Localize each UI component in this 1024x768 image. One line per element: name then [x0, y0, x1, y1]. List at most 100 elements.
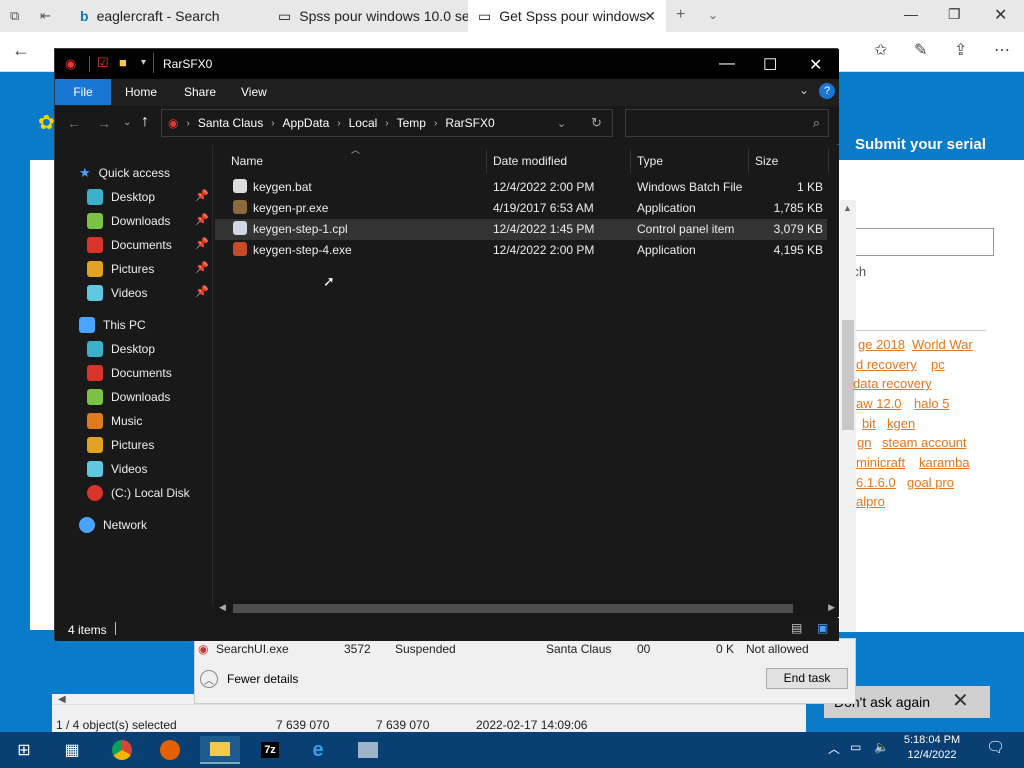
close-banner-icon[interactable]: ✕	[952, 688, 969, 713]
tab-spss-serial[interactable]: ▭ Spss pour windows 10.0 ser	[268, 0, 468, 32]
more-icon[interactable]: ⋯	[994, 40, 1010, 60]
edge-icon[interactable]: e	[298, 736, 338, 764]
search-input[interactable]: ⌕	[625, 109, 829, 137]
nav-pc-desktop[interactable]: Desktop	[55, 337, 213, 361]
close-tab-icon[interactable]: ✕	[644, 8, 656, 25]
column-header-name[interactable]: Name	[223, 149, 487, 173]
scroll-up-icon[interactable]: ▲	[843, 203, 852, 213]
nav-quick-access[interactable]: ★ Quick access	[55, 161, 213, 185]
file-row[interactable]: keygen.bat 12/4/2022 2:00 PM Windows Bat…	[215, 177, 827, 198]
nav-pc-music[interactable]: Music	[55, 409, 213, 433]
large-icons-view-icon[interactable]: ▣	[817, 621, 828, 635]
file-row[interactable]: keygen-pr.exe 4/19/2017 6:53 AM Applicat…	[215, 198, 827, 219]
ribbon-tab-view[interactable]: View	[241, 85, 267, 99]
horizontal-scrollbar[interactable]: ◀ ▶	[215, 599, 839, 617]
help-icon[interactable]: ?	[819, 83, 835, 99]
properties-icon[interactable]: ☑	[97, 55, 109, 71]
nav-pc-local-disk[interactable]: (C:) Local Disk	[55, 481, 213, 505]
notifications-icon[interactable]: 🗨	[986, 738, 1005, 756]
network-status-icon[interactable]: ▭	[850, 740, 861, 754]
scroll-right-icon[interactable]: ▶	[828, 602, 835, 613]
start-windows-icon[interactable]: ⊞	[4, 736, 44, 764]
fewer-details-button[interactable]: ︿ Fewer details	[200, 670, 298, 688]
address-dropdown-chevron-icon[interactable]: ⌄	[557, 117, 566, 130]
tag-link[interactable]: 6.1.6.0	[856, 475, 896, 490]
nav-qa-videos[interactable]: Videos 📌	[55, 281, 213, 305]
tab-eaglercraft[interactable]: b eaglercraft - Search	[70, 0, 266, 32]
address-bar[interactable]: ◉ › Santa Claus › AppData › Local › Temp…	[161, 109, 613, 137]
app-window-icon[interactable]	[348, 736, 388, 764]
nav-this-pc[interactable]: This PC	[55, 313, 213, 337]
breadcrumb-item[interactable]: RarSFX0	[445, 116, 494, 130]
tag-link[interactable]: halo 5	[914, 396, 949, 411]
taskbar-clock[interactable]: 5:18:04 PM 12/4/2022	[896, 733, 968, 763]
nav-pc-documents[interactable]: Documents	[55, 361, 213, 385]
show-hidden-icons-chevron-icon[interactable]: ︿	[828, 740, 840, 757]
file-explorer-icon[interactable]	[200, 736, 240, 764]
details-view-icon[interactable]: ▤	[791, 621, 802, 635]
nav-pc-videos[interactable]: Videos	[55, 457, 213, 481]
expand-ribbon-chevron-icon[interactable]: ⌄	[799, 83, 809, 97]
site-search-input[interactable]	[846, 228, 994, 256]
quick-access-toolbar-dropdown-icon[interactable]: ▾	[141, 57, 146, 68]
nav-network[interactable]: Network	[55, 513, 213, 537]
tag-link[interactable]: pc	[931, 357, 945, 372]
maximize-icon[interactable]: ☐	[763, 55, 777, 75]
file-row[interactable]: keygen-step-4.exe 12/4/2022 2:00 PM Appl…	[215, 240, 827, 261]
nav-pc-pictures[interactable]: Pictures	[55, 433, 213, 457]
tag-link[interactable]: d recovery	[856, 357, 917, 372]
close-window-icon[interactable]: ✕	[994, 5, 1007, 25]
submit-serial-link[interactable]: Submit your serial	[855, 136, 986, 153]
new-folder-icon[interactable]: ■	[119, 55, 127, 70]
back-icon[interactable]: ←	[12, 40, 30, 61]
refresh-icon[interactable]: ↻	[591, 115, 602, 131]
close-window-icon[interactable]: ✕	[809, 55, 822, 75]
tag-link[interactable]: alpro	[856, 494, 885, 509]
breadcrumb-item[interactable]: Local	[349, 116, 378, 130]
tag-link[interactable]: ge 2018	[858, 337, 905, 352]
nav-qa-desktop[interactable]: Desktop 📌	[55, 185, 213, 209]
minimize-icon[interactable]: —	[904, 6, 918, 22]
restore-icon[interactable]: ❐	[948, 6, 961, 23]
file-row[interactable]: keygen-step-1.cpl 12/4/2022 1:45 PM Cont…	[215, 219, 827, 240]
column-header-date[interactable]: Date modified	[485, 149, 631, 173]
tag-link[interactable]: steam account	[882, 435, 967, 450]
nav-qa-documents[interactable]: Documents 📌	[55, 233, 213, 257]
pen-icon[interactable]: ✎	[914, 40, 927, 60]
scroll-left-icon[interactable]: ◀	[219, 602, 226, 613]
tag-link[interactable]: data recovery	[853, 376, 932, 391]
forward-arrow-icon[interactable]: →	[97, 115, 111, 131]
firefox-icon[interactable]	[150, 736, 190, 764]
minimize-icon[interactable]: —	[719, 55, 735, 73]
tag-link[interactable]: karamba	[919, 455, 970, 470]
page-scrollbar-thumb[interactable]	[842, 320, 854, 430]
nav-qa-pictures[interactable]: Pictures 📌	[55, 257, 213, 281]
set-aside-tabs-icon[interactable]: ⇤	[40, 8, 51, 24]
ribbon-tab-share[interactable]: Share	[184, 85, 216, 99]
new-tab-icon[interactable]: +	[676, 6, 685, 24]
ribbon-tab-file[interactable]: File	[55, 79, 111, 105]
scrollbar-thumb[interactable]	[233, 604, 793, 613]
ribbon-tab-home[interactable]: Home	[125, 85, 157, 99]
breadcrumb-item[interactable]: Temp	[397, 116, 426, 130]
column-header-type[interactable]: Type	[629, 149, 749, 173]
recent-locations-chevron-icon[interactable]: ⌄	[123, 117, 131, 128]
task-row[interactable]: ◉ SearchUI.exe 3572 Suspended Santa Clau…	[196, 642, 856, 658]
nav-pc-downloads[interactable]: Downloads	[55, 385, 213, 409]
7zip-icon[interactable]: 7z	[250, 736, 290, 764]
tag-link[interactable]: minicraft	[856, 455, 905, 470]
task-view-icon[interactable]: ▦	[52, 736, 92, 764]
tag-link[interactable]: gn	[857, 435, 871, 450]
nav-qa-downloads[interactable]: Downloads 📌	[55, 209, 213, 233]
tag-link[interactable]: goal pro	[907, 475, 954, 490]
back-arrow-icon[interactable]: ←	[67, 115, 81, 131]
tab-actions-icon[interactable]: ⧉	[10, 8, 19, 24]
up-arrow-icon[interactable]: ↑	[141, 113, 149, 131]
volume-icon[interactable]: 🔈	[874, 740, 889, 754]
tag-link[interactable]: aw 12.0	[856, 396, 902, 411]
tag-link[interactable]: World War	[912, 337, 973, 352]
tab-get-spss[interactable]: ▭ Get Spss pour windows ✕	[468, 0, 666, 32]
tab-list-chevron-icon[interactable]: ⌄	[708, 8, 718, 22]
column-header-size[interactable]: Size	[747, 149, 829, 173]
share-icon[interactable]: ⇪	[954, 40, 967, 60]
